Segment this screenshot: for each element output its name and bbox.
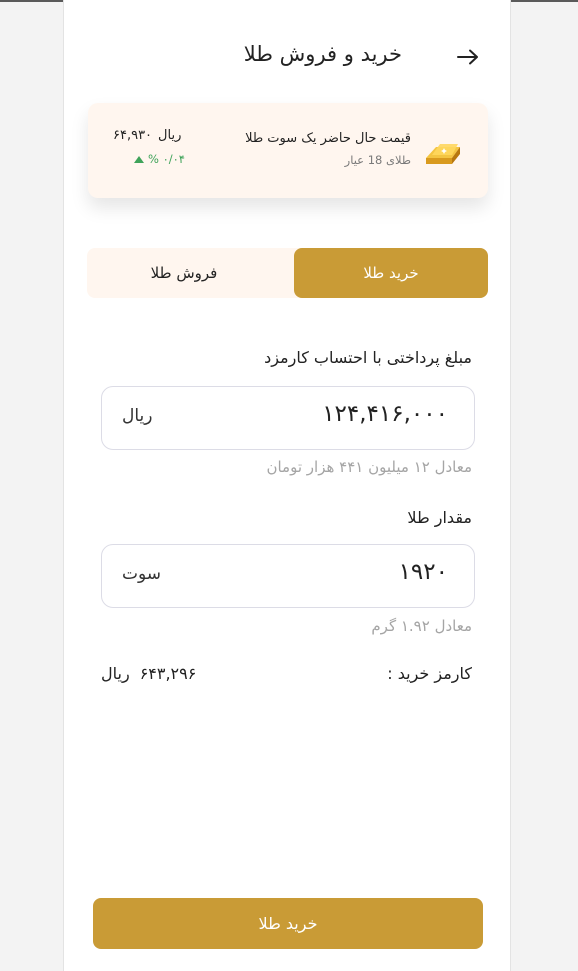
back-button[interactable] [454, 42, 482, 72]
price-value: ۶۴,۹۳۰ [113, 128, 153, 143]
amount-unit: سوت [122, 564, 162, 584]
amount-value: ۱۹۲۰ [398, 559, 448, 585]
header: خرید و فروش طلا [64, 38, 512, 78]
gold-amount-input[interactable]: ۱۹۲۰ سوت [101, 544, 475, 608]
fee-label: کارمز خرید : [387, 664, 472, 683]
karat-label: طلای 18 عیار [344, 153, 411, 167]
price-change-value: % ۰/۰۴ [148, 152, 185, 166]
triangle-up-icon [134, 155, 144, 163]
price-change: % ۰/۰۴ [134, 152, 185, 166]
price-value-group: ریال ۶۴,۹۳۰ [113, 128, 181, 143]
payment-label: مبلغ پرداختی با احتساب کارمزد [264, 348, 472, 367]
price-label: قیمت حال حاضر یک سوت طلا [245, 131, 411, 146]
arrow-right-icon [457, 49, 478, 65]
buy-sell-tabs: خرید طلا فروش طلا [87, 248, 488, 298]
payment-input[interactable]: ۱۲۴,۴۱۶,۰۰۰ ریال [101, 386, 475, 450]
payment-hint: معادل ۱۲ میلیون ۴۴۱ هزار تومان [266, 458, 472, 476]
amount-hint: معادل ۱.۹۲ گرم [371, 617, 472, 635]
fee-value: ۶۴۳,۲۹۶ [139, 664, 197, 683]
tab-buy[interactable]: خرید طلا [294, 248, 488, 298]
fee-value-group: ۶۴۳,۲۹۶ ریال [101, 664, 196, 683]
amount-label: مقدار طلا [407, 508, 472, 527]
app-container: خرید و فروش طلا قیمت حال حاضر یک سوت طلا… [63, 0, 511, 971]
payment-value: ۱۲۴,۴۱۶,۰۰۰ [322, 401, 448, 427]
fee-currency: ریال [101, 664, 130, 683]
tab-sell[interactable]: فروش طلا [87, 248, 281, 298]
gold-price-card: قیمت حال حاضر یک سوت طلا طلای 18 عیار ری… [88, 103, 488, 198]
gold-bar-icon [426, 144, 460, 164]
currency-label: ریال [158, 128, 182, 143]
buy-gold-button[interactable]: خرید طلا [93, 898, 483, 949]
payment-unit: ریال [122, 406, 153, 426]
page-title: خرید و فروش طلا [243, 42, 402, 66]
